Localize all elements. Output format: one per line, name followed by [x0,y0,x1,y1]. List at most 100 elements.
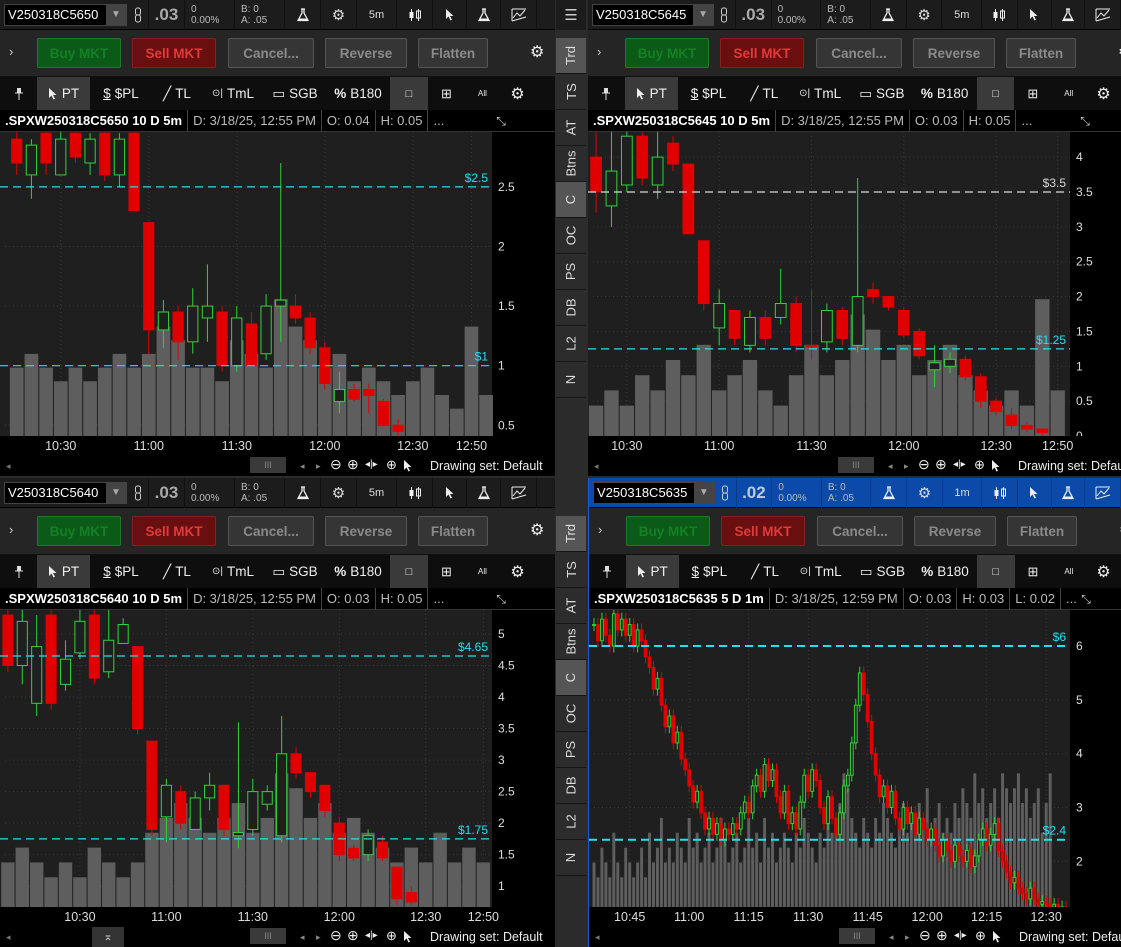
scroll-forward-icon[interactable]: ▸ [316,461,321,472]
studies-flask-icon[interactable] [467,0,501,30]
tool-sgb[interactable]: ▭ SGB [264,555,326,588]
sidebar-tab-ts[interactable]: TS [556,74,586,110]
symbol-selector[interactable]: V250318C5650 ▼ [4,3,127,26]
chart-scrollbar[interactable]: ◂ ⌅ III ◂ ▸ ⊖ ⊕ ◂|▸ ⊕ Drawing set: Defau… [0,927,555,947]
scroll-thumb[interactable]: III [250,928,286,944]
scroll-left-icon[interactable]: ◂ [6,932,11,943]
chart-scrollbar[interactable]: ◂ III ◂ ▸ ⊖ ⊕ ◂|▸ ⊕ Drawing set: Default [588,456,1121,476]
sidebar-tab-l2[interactable]: L2 [556,326,586,362]
aggregation-selector[interactable]: 5m [942,0,983,30]
flask-icon[interactable] [871,0,907,30]
sidebar-tab-n[interactable]: N [556,840,586,876]
candle-style-icon[interactable] [397,478,433,508]
scroll-forward-icon[interactable]: ▸ [905,932,910,943]
flask-icon[interactable] [871,478,908,508]
sidebar-tab-db[interactable]: DB [556,768,586,804]
drawings-icon[interactable] [1085,478,1121,508]
collapse-icon[interactable]: ⤡ [1073,588,1099,610]
tool-trendline[interactable]: ╱ TL [152,77,202,110]
tool-all[interactable]: All [1051,555,1086,588]
scroll-left-icon[interactable]: ◂ [6,461,11,472]
candle-style-icon[interactable] [982,478,1018,508]
pan-icon[interactable]: ◂|▸ [953,459,966,470]
scroll-left-icon[interactable]: ◂ [595,932,600,943]
chevron-down-icon[interactable]: ▼ [693,482,714,503]
tool-all[interactable]: All [465,555,500,588]
grid-layout-icon[interactable]: ⊞ [1014,77,1051,110]
sidebar-tab-at[interactable]: AT [556,588,586,624]
drawings-icon[interactable] [501,478,537,508]
tool-all[interactable]: All [1051,77,1086,110]
sidebar-tab-at[interactable]: AT [556,110,586,146]
scroll-forward-icon[interactable]: ▸ [904,461,909,472]
gear-icon[interactable]: ⚙ [907,478,943,508]
single-layout-icon[interactable]: □ [390,77,428,110]
cancel-button[interactable]: Cancel... [228,516,314,546]
link-icon[interactable] [127,478,149,508]
sidebar-tab-ps[interactable]: PS [556,254,586,290]
pin-icon[interactable] [0,555,37,588]
sell-market-button[interactable]: Sell MKT [132,516,216,546]
cursor-icon[interactable] [433,0,467,30]
tool-timeline[interactable]: ⊙| TmL [202,77,264,110]
flatten-button[interactable]: Flatten [1006,38,1076,68]
gear-icon[interactable]: ⚙ [907,0,943,30]
buy-market-button[interactable]: Buy MKT [37,516,121,546]
zoom-in-icon[interactable]: ⊕ [935,456,947,473]
pan-icon[interactable]: ◂|▸ [954,930,967,941]
scroll-back-icon[interactable]: ◂ [889,932,894,943]
reverse-button[interactable]: Reverse [325,38,407,68]
pan-icon[interactable]: ◂|▸ [365,459,378,470]
reverse-button[interactable]: Reverse [325,516,407,546]
more-values[interactable]: ... [428,588,449,610]
drawings-icon[interactable] [1085,0,1121,30]
expand-chevron-icon[interactable]: › [597,44,601,59]
scroll-thumb[interactable]: III [839,928,875,944]
flatten-button[interactable]: Flatten [1007,516,1077,546]
order-settings-gear-icon[interactable]: ⚙ [530,520,544,540]
sidebar-tab-c[interactable]: C [556,660,586,696]
tool-price-pl[interactable]: $ $PL [90,77,152,110]
link-icon[interactable] [714,0,736,30]
tool-b180[interactable]: % B180 [913,77,977,110]
sell-market-button[interactable]: Sell MKT [720,38,804,68]
collapse-icon[interactable]: ⤡ [488,110,514,132]
cursor-icon[interactable] [1018,0,1052,30]
expand-chevron-icon[interactable]: › [598,522,602,537]
scroll-forward-icon[interactable]: ▸ [316,932,321,943]
tool-timeline[interactable]: ⊙| TmL [790,555,852,588]
scroll-back-icon[interactable]: ◂ [888,461,893,472]
single-layout-icon[interactable]: □ [976,555,1015,588]
toolbar-gear-icon[interactable]: ⚙ [500,555,535,588]
symbol-selector[interactable]: V250318C5640 ▼ [4,481,127,504]
sidebar-tab-l2[interactable]: L2 [556,804,586,840]
pointer-icon[interactable] [992,930,1002,946]
grid-layout-icon[interactable]: ⊞ [1015,555,1052,588]
chevron-down-icon[interactable]: ▼ [106,4,126,25]
link-icon[interactable] [127,0,149,30]
zoom-in-icon[interactable]: ⊕ [347,456,359,473]
drawing-set-selector[interactable]: Drawing set: Default [1018,459,1121,473]
zoom-in-icon[interactable]: ⊕ [936,927,948,944]
chart-scrollbar[interactable]: ◂ III ◂ ▸ ⊖ ⊕ ◂|▸ ⊕ Drawing set: Default [589,927,1121,947]
scroll-thumb[interactable]: III [250,457,286,473]
link-icon[interactable] [715,478,737,508]
expand-chevron-icon[interactable]: › [9,44,13,59]
tool-pointer[interactable]: PT [37,555,90,588]
collapse-icon[interactable]: ⤡ [1072,110,1098,132]
buy-market-button[interactable]: Buy MKT [37,38,121,68]
order-settings-gear-icon[interactable]: ⚙ [530,42,544,62]
collapse-icon[interactable]: ⤡ [488,588,514,610]
sidebar-tab-trd[interactable]: Trd [556,38,586,74]
drawing-set-selector[interactable]: Drawing set: Default [430,930,543,944]
pin-icon[interactable] [589,555,626,588]
cancel-button[interactable]: Cancel... [228,38,314,68]
grid-layout-icon[interactable]: ⊞ [428,555,465,588]
tool-pointer[interactable]: PT [37,77,90,110]
tool-timeline[interactable]: ⊙| TmL [789,77,851,110]
pointer-icon[interactable] [991,459,1001,475]
buy-market-button[interactable]: Buy MKT [626,516,710,546]
tool-pointer[interactable]: PT [625,555,679,588]
tool-b180[interactable]: % B180 [913,555,977,588]
expand-panel-button[interactable]: ⌅ [92,927,124,947]
